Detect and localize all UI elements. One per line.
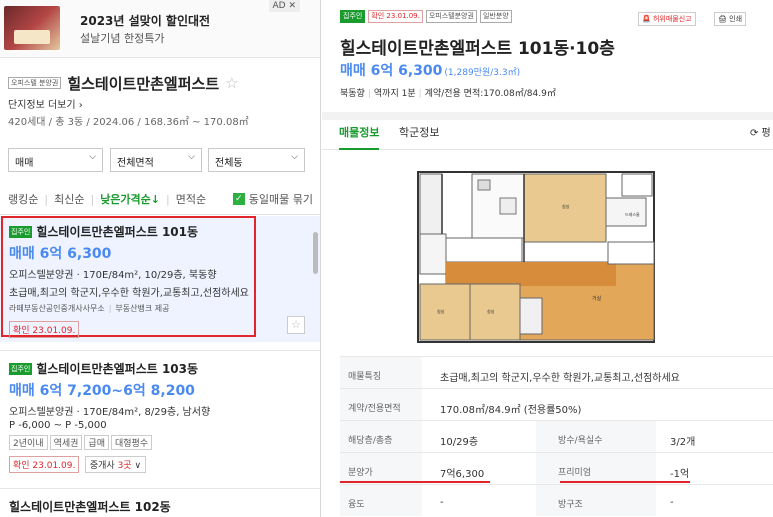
tab-listing-info[interactable]: 매물정보 bbox=[339, 124, 379, 140]
favorite-star-icon[interactable]: ☆ bbox=[225, 74, 238, 92]
row-label: 해당층/총층 bbox=[340, 421, 422, 452]
row-label: 분양가 bbox=[340, 453, 422, 484]
svg-text:침실: 침실 bbox=[437, 308, 445, 314]
listing-spec: 오피스텔분양권 · 170E/84m², 10/29층, 북동향 bbox=[9, 270, 217, 281]
group-same-listings-label: 동일매물 묶기 bbox=[248, 193, 313, 206]
building-select[interactable]: 전체동 ⌵ bbox=[208, 148, 305, 172]
row-label: 융도 bbox=[340, 485, 422, 516]
tab-school-info[interactable]: 학군정보 bbox=[399, 124, 439, 140]
ad-thumbnail bbox=[4, 6, 60, 50]
scrollbar-thumb[interactable] bbox=[313, 232, 318, 274]
listing-chips: 2년이내 역세권 급매 대형평수 bbox=[9, 435, 309, 450]
row-label: 방구조 bbox=[536, 485, 656, 516]
ad-close-badge[interactable]: AD ✕ bbox=[268, 0, 300, 12]
listing-item[interactable]: 힐스테이트만촌엘퍼스트 102동 bbox=[0, 488, 320, 517]
chevron-down-icon: ⌵ bbox=[89, 152, 96, 162]
row-label: 매물특징 bbox=[340, 357, 422, 388]
detail-tabs: 매물정보 학군정보 bbox=[322, 120, 773, 150]
chip: 역세권 bbox=[49, 435, 83, 450]
detail-price: 매매 6억 6,300 (1,289만원/3.3㎡) bbox=[340, 63, 521, 79]
svg-text:드레스룸: 드레스룸 bbox=[625, 211, 640, 217]
deal-type-select[interactable]: 매매 ⌵ bbox=[8, 148, 103, 172]
sort-area[interactable]: 면적순 bbox=[176, 191, 206, 207]
detail-meta: 북동향 | 역까지 1분 | 계약/전용 면적:170.08㎡/84.9㎡ bbox=[340, 89, 556, 99]
detail-tags: 집주인 확인 23.01.09. 오피스텔분양권 일반분양 bbox=[340, 10, 515, 23]
highlight-underline bbox=[340, 481, 490, 483]
listing-premium: P -6,000 ~ P -5,000 bbox=[9, 420, 107, 431]
row-value: - bbox=[440, 497, 444, 508]
sort-bar: 랭킹순 | 최신순 | 낮은가격순↓ | 면적순 ✓ 동일매물 묶기 bbox=[8, 191, 313, 207]
row-value: 초급매,최고의 학군지,우수한 학원가,교통최고,선점하세요 bbox=[440, 373, 680, 384]
listing-panel: 2023년 설맞이 할인대전 설날기념 한정특가 AD ✕ 오피스텔 분양권 힐… bbox=[0, 0, 321, 517]
table-row: 매물특징 초급매,최고의 학군지,우수한 학원가,교통최고,선점하세요 bbox=[340, 356, 773, 388]
confirm-date-tag: 확인 23.01.09. bbox=[368, 10, 423, 23]
owner-tag: 집주인 bbox=[9, 225, 33, 238]
area-select[interactable]: 전체면적 ⌵ bbox=[110, 148, 202, 172]
listing-item-selected[interactable]: 집주인 힐스테이트만촌엘퍼스트 101동 매매 6억 6,300 오피스텔분양권… bbox=[0, 216, 320, 342]
checkbox-checked-icon: ✓ bbox=[232, 193, 245, 205]
complex-info-more-link[interactable]: 단지정보 더보기 › bbox=[8, 96, 312, 111]
detail-panel: 집주인 확인 23.01.09. 오피스텔분양권 일반분양 🚨 허위매물신고 🖨… bbox=[322, 0, 773, 517]
highlight-underline bbox=[560, 481, 690, 483]
complex-info: 420세대 / 총 3동 / 2024.06 / 168.36㎡ ~ 170.0… bbox=[8, 117, 249, 128]
floor-plan-image[interactable]: 침실 드레스룸 거실 침실 침실 bbox=[412, 168, 659, 346]
svg-text:침실: 침실 bbox=[562, 203, 570, 209]
svg-text:거실: 거실 bbox=[592, 295, 602, 302]
sort-ranking[interactable]: 랭킹순 bbox=[8, 191, 38, 207]
complex-name: 힐스테이트만촌엘퍼스트 bbox=[67, 74, 220, 93]
row-value: -1억 bbox=[670, 469, 690, 480]
table-row: 해당층/총층 10/29층 방수/욕실수 3/2개 bbox=[340, 420, 773, 452]
svg-text:침실: 침실 bbox=[487, 308, 495, 314]
row-value: 3/2개 bbox=[670, 437, 696, 448]
listing-title: 힐스테이트만촌엘퍼스트 102동 bbox=[9, 500, 171, 514]
listing-source: 라떼부동산공인중개사사무소 | 부동산뱅크 제공 bbox=[9, 304, 170, 313]
listing-info-table: 매물특징 초급매,최고의 학군지,우수한 학원가,교통최고,선점하세요 계약/전… bbox=[340, 356, 773, 516]
filter-bar: 매매 ⌵ 전체면적 ⌵ 전체동 ⌵ bbox=[0, 148, 320, 172]
confirm-date-badge: 확인 23.01.09. bbox=[9, 321, 80, 338]
row-value: 10/29층 bbox=[440, 437, 479, 448]
print-button[interactable]: 🖨 인쇄 bbox=[714, 12, 747, 26]
group-same-listings-toggle[interactable]: ✓ 동일매물 묶기 bbox=[232, 191, 313, 207]
complex-type-tag: 오피스텔 분양권 bbox=[8, 77, 62, 89]
row-label: 프리미엄 bbox=[536, 453, 656, 484]
row-value: 7억6,300 bbox=[440, 469, 485, 480]
chip: 대형평수 bbox=[110, 435, 153, 450]
complex-header: 오피스텔 분양권 힐스테이트만촌엘퍼스트 ☆ 단지정보 더보기 › 420세대 … bbox=[0, 74, 320, 128]
listing-spec: 오피스텔분양권 · 170E/84m², 8/29층, 남서향 bbox=[9, 407, 211, 418]
chevron-down-icon: ⌵ bbox=[188, 152, 195, 162]
row-label: 방수/욕실수 bbox=[536, 421, 656, 452]
listing-price: 매매 6억 7,200~6억 8,200 bbox=[9, 383, 195, 399]
row-value: - bbox=[670, 497, 674, 508]
listing-price: 매매 6억 6,300 bbox=[9, 246, 112, 262]
listing-title: 힐스테이트만촌엘퍼스트 101동 bbox=[36, 225, 199, 239]
sort-latest[interactable]: 최신순 bbox=[54, 191, 84, 207]
ad-title: 2023년 설맞이 할인대전 bbox=[80, 14, 211, 28]
table-row: 융도 - 방구조 - bbox=[340, 484, 773, 516]
sale-type-tag: 일반분양 bbox=[479, 10, 512, 23]
chip: 2년이내 bbox=[9, 435, 48, 450]
broker-count-button[interactable]: 중개사 3곳 ∨ bbox=[84, 456, 147, 473]
property-type-tag: 오피스텔분양권 bbox=[425, 10, 477, 23]
refresh-button[interactable]: ⟳ 평 bbox=[750, 124, 771, 139]
favorite-star-icon[interactable]: ☆ bbox=[287, 316, 305, 334]
listing-description: 초급매,최고의 학군지,우수한 학원가,교통최고,선점하세요 bbox=[9, 288, 249, 299]
confirm-date-badge: 확인 23.01.09. bbox=[9, 456, 80, 473]
chevron-down-icon: ⌵ bbox=[291, 152, 298, 162]
chip: 급매 bbox=[84, 435, 109, 450]
ad-subtitle: 설날기념 한정특가 bbox=[80, 32, 165, 45]
owner-tag: 집주인 bbox=[340, 10, 366, 23]
owner-tag: 집주인 bbox=[9, 362, 33, 375]
listing-item[interactable]: 집주인 힐스테이트만촌엘퍼스트 103동 매매 6억 7,200~6억 8,20… bbox=[0, 350, 320, 480]
ad-banner[interactable]: 2023년 설맞이 할인대전 설날기념 한정특가 AD ✕ bbox=[0, 0, 320, 58]
listing-title: 힐스테이트만촌엘퍼스트 103동 bbox=[36, 362, 199, 376]
row-value: 170.08㎡/84.9㎡ (전용률50%) bbox=[440, 405, 582, 416]
detail-title: 힐스테이트만촌엘퍼스트 101동·10층 bbox=[340, 39, 615, 59]
table-row: 분양가 7억6,300 프리미엄 -1억 bbox=[340, 452, 773, 484]
row-label: 계약/전용면적 bbox=[340, 389, 422, 420]
report-fake-listing-button[interactable]: 🚨 허위매물신고 bbox=[638, 12, 696, 26]
sort-low-price[interactable]: 낮은가격순↓ bbox=[100, 191, 160, 207]
table-row: 계약/전용면적 170.08㎡/84.9㎡ (전용률50%) bbox=[340, 388, 773, 420]
